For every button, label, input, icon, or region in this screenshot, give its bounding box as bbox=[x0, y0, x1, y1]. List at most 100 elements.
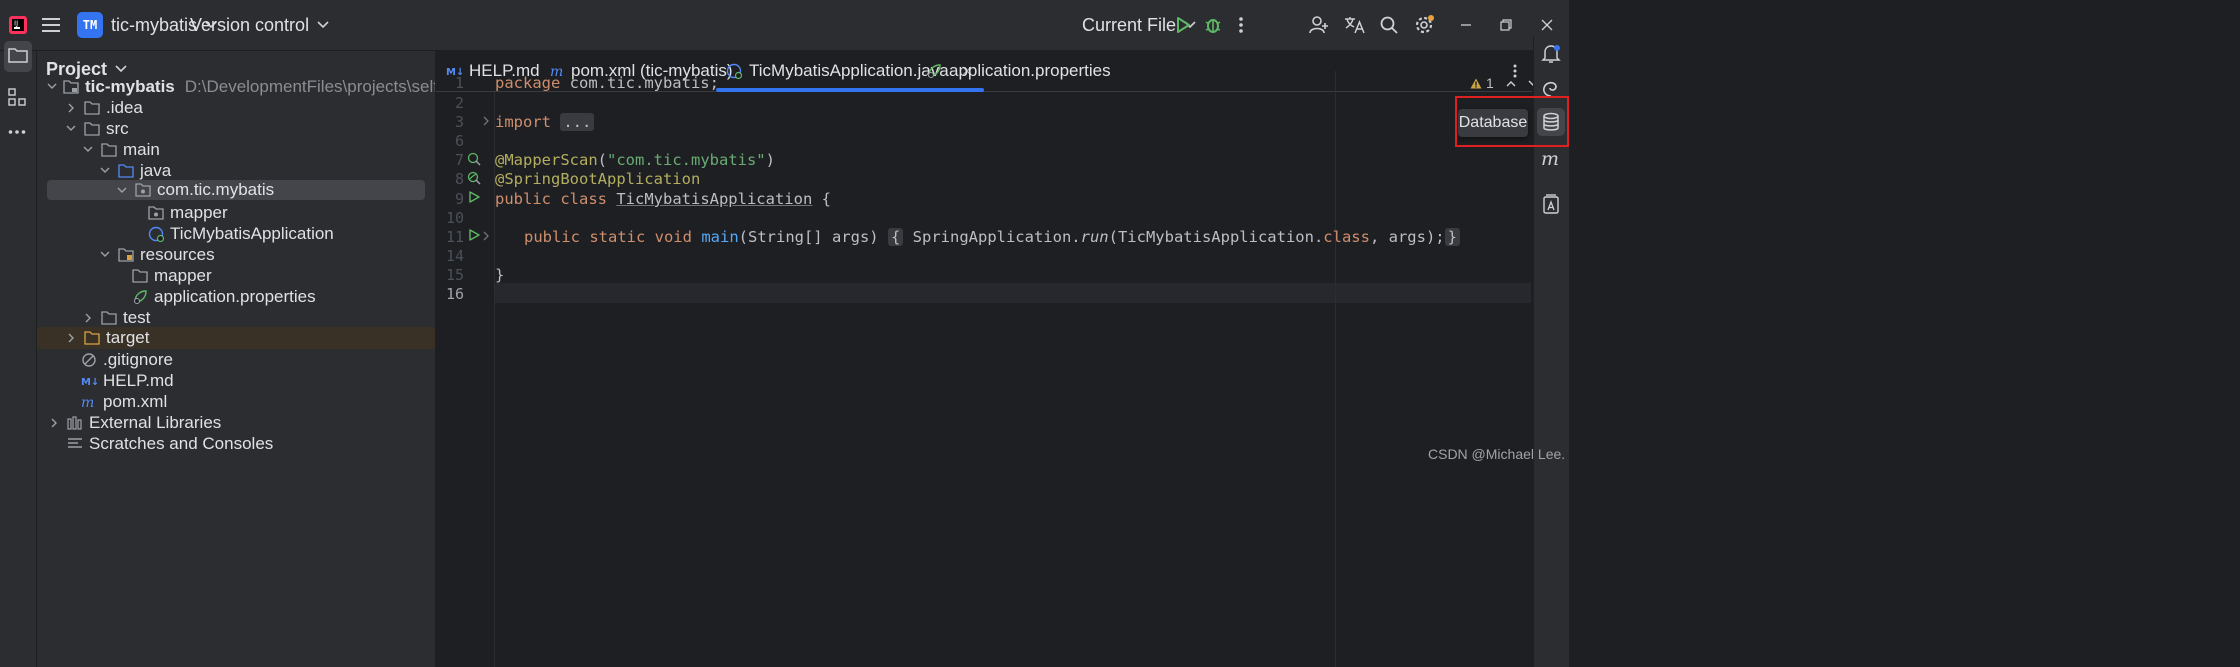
tree-item-label: mapper bbox=[154, 265, 212, 285]
tree-item-test[interactable]: test bbox=[37, 307, 435, 328]
settings-button[interactable] bbox=[1414, 0, 1436, 50]
right-margin-guide bbox=[1335, 71, 1336, 667]
close-icon bbox=[1541, 19, 1553, 31]
left-tool-strip bbox=[0, 44, 37, 667]
code-line: public static void main(String[] args) {… bbox=[524, 228, 1460, 246]
code-line: @SpringBootApplication bbox=[495, 170, 700, 188]
tree-item-resources[interactable]: resources bbox=[37, 244, 435, 265]
search-button[interactable] bbox=[1380, 0, 1398, 50]
code-line: import ... bbox=[495, 113, 595, 131]
code-line: public class TicMybatisApplication { bbox=[495, 190, 831, 208]
chevron-down-icon bbox=[98, 164, 112, 178]
run-gutter-icon[interactable] bbox=[468, 229, 480, 241]
background-area bbox=[1569, 0, 2240, 667]
tree-item-main[interactable]: main bbox=[37, 139, 435, 160]
code-token: run bbox=[1080, 228, 1109, 246]
minimize-button[interactable] bbox=[1460, 0, 1472, 50]
tree-item-label: .idea bbox=[106, 97, 143, 117]
resources-folder-icon bbox=[118, 247, 134, 263]
maven-icon: m bbox=[1541, 149, 1559, 169]
tree-item-package[interactable]: com.tic.mybatis bbox=[47, 180, 425, 200]
tree-item-idea[interactable]: .idea bbox=[37, 97, 435, 118]
spring-properties-icon bbox=[927, 64, 941, 79]
chevron-right-icon bbox=[47, 416, 61, 430]
code-token: public class bbox=[495, 190, 607, 208]
maven-tool-button[interactable]: m bbox=[1541, 149, 1561, 169]
code-token: SpringApplication. bbox=[903, 228, 1081, 246]
code-token: { bbox=[812, 190, 831, 208]
watermark: CSDN @Michael Lee. bbox=[1428, 446, 1566, 462]
code-token: public static void bbox=[524, 228, 692, 246]
folded-code-block[interactable]: ... bbox=[560, 113, 595, 131]
tree-item-scratches[interactable]: Scratches and Consoles bbox=[37, 433, 435, 454]
project-badge: TM bbox=[77, 12, 103, 38]
folder-icon bbox=[101, 310, 117, 326]
gear-icon bbox=[1415, 15, 1434, 34]
tree-item-java[interactable]: java bbox=[37, 160, 435, 181]
spring-bean-gutter-icon[interactable] bbox=[467, 152, 481, 166]
tree-item-mapper-package[interactable]: mapper bbox=[37, 202, 435, 223]
tree-item-label: pom.xml bbox=[103, 391, 168, 411]
bug-icon bbox=[1205, 19, 1221, 33]
tree-item-root[interactable]: tic-mybatis D:\DevelopmentFiles\projects… bbox=[37, 76, 435, 97]
more-horizontal-icon bbox=[8, 130, 26, 134]
project-tool-button[interactable] bbox=[4, 41, 32, 69]
module-folder-icon bbox=[63, 79, 79, 95]
tab-application-properties[interactable]: application.properties bbox=[926, 51, 1111, 91]
chevron-up-icon[interactable] bbox=[1506, 80, 1516, 87]
minimize-icon bbox=[1461, 24, 1471, 26]
folder-icon bbox=[84, 100, 100, 116]
code-token: (TicMybatisApplication. bbox=[1108, 228, 1324, 246]
fold-expand-icon[interactable] bbox=[483, 231, 490, 241]
restore-button[interactable] bbox=[1500, 0, 1512, 50]
folded-code-block[interactable]: { bbox=[887, 228, 904, 246]
tree-item-application-properties[interactable]: application.properties bbox=[37, 286, 435, 307]
code-token: , args); bbox=[1369, 228, 1445, 246]
tree-item-pom-xml[interactable]: m pom.xml bbox=[37, 391, 435, 412]
version-control-menu[interactable]: Version control bbox=[190, 0, 329, 50]
code-line: } bbox=[495, 266, 504, 284]
spring-bean-gutter-icon[interactable] bbox=[467, 171, 481, 185]
code-line: package com.tic.mybatis; bbox=[495, 74, 719, 92]
code-with-me-button[interactable] bbox=[1309, 0, 1329, 50]
run-button[interactable] bbox=[1174, 0, 1192, 50]
tree-item-external-libraries[interactable]: External Libraries bbox=[37, 412, 435, 433]
line-number: 8 bbox=[454, 170, 464, 188]
translation-tool-button[interactable] bbox=[1542, 194, 1560, 214]
tree-item-label: mapper bbox=[170, 202, 228, 222]
line-number: 7 bbox=[454, 151, 464, 169]
tree-item-help-md[interactable]: M↓ HELP.md bbox=[37, 370, 435, 391]
tab-label: TicMybatisApplication.java bbox=[749, 61, 949, 80]
run-icon bbox=[1177, 17, 1190, 33]
chevron-right-icon bbox=[81, 311, 95, 325]
code-token: @SpringBootApplication bbox=[495, 170, 701, 188]
tree-item-label: tic-mybatis bbox=[85, 76, 175, 96]
tree-item-src[interactable]: src bbox=[37, 118, 435, 139]
structure-tool-button[interactable] bbox=[8, 88, 26, 106]
notifications-button[interactable] bbox=[1541, 44, 1561, 64]
tree-item-label: test bbox=[123, 307, 151, 327]
code-token: } bbox=[495, 266, 505, 284]
tree-item-application-class[interactable]: TicMybatisApplication bbox=[37, 223, 435, 244]
code-line: @MapperScan("com.tic.mybatis") bbox=[495, 151, 775, 169]
folder-icon bbox=[101, 142, 117, 158]
code-token: class bbox=[1323, 228, 1370, 246]
run-gutter-icon[interactable] bbox=[468, 191, 480, 203]
translate-button[interactable] bbox=[1344, 0, 1366, 50]
project-name: tic-mybatis bbox=[111, 14, 198, 35]
tree-item-mapper-folder[interactable]: mapper bbox=[37, 265, 435, 286]
tree-item-gitignore[interactable]: .gitignore bbox=[37, 349, 435, 370]
ignore-file-icon bbox=[81, 352, 97, 368]
debug-button[interactable] bbox=[1204, 0, 1222, 50]
search-icon bbox=[1380, 16, 1398, 34]
package-icon bbox=[135, 182, 151, 198]
folded-code-block[interactable]: } bbox=[1444, 228, 1460, 246]
add-user-icon bbox=[1309, 16, 1328, 34]
more-actions-button[interactable] bbox=[1238, 0, 1244, 50]
tree-item-target[interactable]: target bbox=[37, 327, 435, 349]
main-menu-icon[interactable] bbox=[42, 0, 62, 50]
inspection-widget[interactable]: 1 bbox=[1470, 75, 1538, 91]
code-token: TicMybatisApplication bbox=[616, 190, 813, 208]
fold-expand-icon[interactable] bbox=[483, 116, 490, 126]
more-tools-button[interactable] bbox=[8, 129, 26, 135]
